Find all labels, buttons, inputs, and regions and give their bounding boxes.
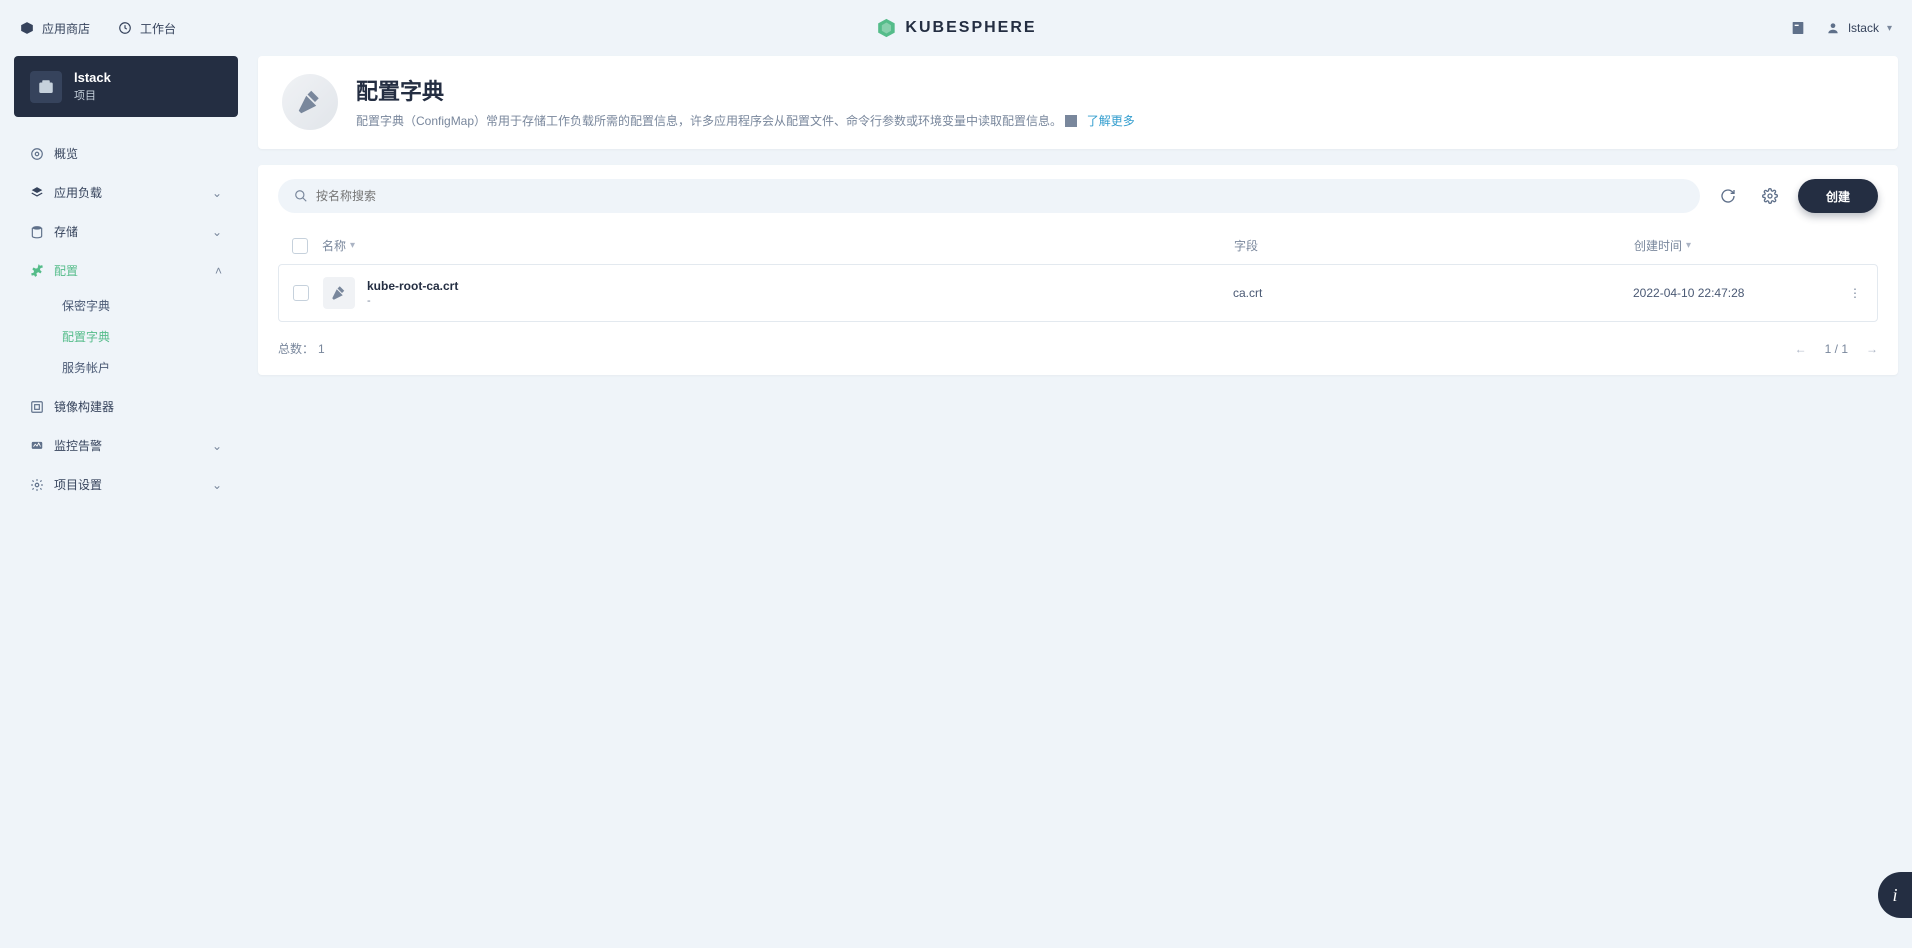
- nav-sub-secrets[interactable]: 保密字典: [54, 291, 234, 320]
- col-name-label: 名称: [322, 237, 346, 254]
- chevron-down-icon: ▾: [1887, 23, 1892, 34]
- nav-image-builder-label: 镜像构建器: [54, 398, 114, 415]
- table-footer: 总数： 1 ← 1 / 1 →: [278, 340, 1878, 357]
- docs-icon[interactable]: [1790, 20, 1806, 36]
- user-name: lstack: [1848, 21, 1879, 35]
- pager: ← 1 / 1 →: [1795, 342, 1878, 356]
- col-created-label: 创建时间: [1634, 237, 1682, 254]
- nav-overview[interactable]: 概览: [18, 135, 234, 172]
- row-sub: -: [367, 295, 458, 307]
- brand-logo[interactable]: KUBESPHERE: [875, 17, 1036, 39]
- page-title: 配置字典: [356, 74, 1135, 106]
- nav-workloads-label: 应用负载: [54, 184, 102, 201]
- total-label: 总数：: [278, 340, 314, 357]
- settings-icon: [30, 478, 44, 492]
- page-prev-button[interactable]: ←: [1795, 342, 1807, 356]
- row-more-button[interactable]: ⋮: [1833, 286, 1877, 300]
- project-type: 项目: [74, 87, 111, 103]
- col-created[interactable]: 创建时间 ▾: [1634, 237, 1834, 254]
- workbench-label: 工作台: [140, 20, 176, 37]
- nav-config[interactable]: 配置 ˄: [18, 252, 234, 289]
- col-field-label: 字段: [1234, 237, 1258, 254]
- search-icon: [294, 189, 308, 203]
- nav-sub-configmaps[interactable]: 配置字典: [54, 322, 234, 351]
- page-next-button[interactable]: →: [1866, 342, 1878, 356]
- nav-overview-label: 概览: [54, 145, 78, 162]
- app-store-icon: [20, 21, 34, 35]
- page-description: 配置字典（ConfigMap）常用于存储工作负载所需的配置信息，许多应用程序会从…: [356, 112, 1135, 131]
- nav-monitor-label: 监控告警: [54, 437, 102, 454]
- chevron-up-icon: ˄: [215, 264, 222, 278]
- col-name[interactable]: 名称 ▾: [322, 237, 1234, 254]
- chevron-down-icon: ⌄: [212, 439, 222, 453]
- header-left: 应用商店 工作台: [20, 20, 176, 37]
- settings-button[interactable]: [1756, 182, 1784, 210]
- storage-icon: [30, 225, 44, 239]
- chevron-down-icon: ⌄: [212, 478, 222, 492]
- config-icon: [30, 264, 44, 278]
- col-field: 字段: [1234, 237, 1634, 254]
- image-builder-icon: [30, 400, 44, 414]
- chevron-down-icon: ⌄: [212, 186, 222, 200]
- list-card: 创建 名称 ▾ 字段 创建时间 ▾: [258, 165, 1898, 375]
- project-icon: [30, 71, 62, 103]
- hammer-icon: [323, 277, 355, 309]
- book-icon: [1065, 115, 1077, 127]
- create-button[interactable]: 创建: [1798, 179, 1878, 213]
- hammer-icon: [282, 74, 338, 130]
- top-header: 应用商店 工作台 KUBESPHERE lstack ▾: [0, 0, 1912, 56]
- nav-app-store[interactable]: 应用商店: [20, 20, 90, 37]
- nav-workbench[interactable]: 工作台: [118, 20, 176, 37]
- select-all-checkbox[interactable]: [292, 238, 308, 254]
- project-card[interactable]: lstack 项目: [14, 56, 238, 117]
- app-store-label: 应用商店: [42, 20, 90, 37]
- brand-text: KUBESPHERE: [905, 19, 1036, 37]
- refresh-button[interactable]: [1714, 182, 1742, 210]
- user-menu[interactable]: lstack ▾: [1826, 21, 1892, 35]
- row-field: ca.crt: [1233, 286, 1633, 300]
- header-right: lstack ▾: [1790, 20, 1892, 36]
- toolbar: 创建: [278, 179, 1878, 213]
- total-value: 1: [318, 342, 325, 356]
- row-checkbox[interactable]: [293, 285, 309, 301]
- table-row[interactable]: kube-root-ca.crt - ca.crt 2022-04-10 22:…: [278, 264, 1878, 322]
- side-nav: 概览 应用负载 ⌄ 存储 ⌄ 配置 ˄ 保密字典 配置字典 服务帐户: [14, 135, 238, 503]
- project-name: lstack: [74, 70, 111, 85]
- nav-project-settings[interactable]: 项目设置 ⌄: [18, 466, 234, 503]
- sidebar: lstack 项目 概览 应用负载 ⌄ 存储 ⌄ 配置 ˄: [14, 56, 238, 934]
- search-input[interactable]: [316, 189, 1684, 203]
- page-info: 1 / 1: [1825, 342, 1848, 356]
- row-name: kube-root-ca.crt: [367, 279, 458, 293]
- nav-storage[interactable]: 存储 ⌄: [18, 213, 234, 250]
- sort-caret-icon: ▾: [1686, 240, 1691, 251]
- nav-project-settings-label: 项目设置: [54, 476, 102, 493]
- main-content: 配置字典 配置字典（ConfigMap）常用于存储工作负载所需的配置信息，许多应…: [258, 56, 1898, 934]
- chevron-down-icon: ⌄: [212, 225, 222, 239]
- user-icon: [1826, 21, 1840, 35]
- overview-icon: [30, 147, 44, 161]
- workbench-icon: [118, 21, 132, 35]
- brand-icon: [875, 17, 897, 39]
- page-desc-text: 配置字典（ConfigMap）常用于存储工作负载所需的配置信息，许多应用程序会从…: [356, 114, 1062, 128]
- nav-image-builder[interactable]: 镜像构建器: [18, 388, 234, 425]
- nav-workloads[interactable]: 应用负载 ⌄: [18, 174, 234, 211]
- table-header: 名称 ▾ 字段 创建时间 ▾: [278, 227, 1878, 264]
- workloads-icon: [30, 186, 44, 200]
- nav-config-subs: 保密字典 配置字典 服务帐户: [18, 291, 234, 382]
- nav-config-label: 配置: [54, 262, 78, 279]
- nav-sub-service-accounts[interactable]: 服务帐户: [54, 353, 234, 382]
- nav-monitor[interactable]: 监控告警 ⌄: [18, 427, 234, 464]
- row-created: 2022-04-10 22:47:28: [1633, 286, 1833, 300]
- sort-caret-icon: ▾: [350, 240, 355, 251]
- search-box[interactable]: [278, 179, 1700, 213]
- page-header: 配置字典 配置字典（ConfigMap）常用于存储工作负载所需的配置信息，许多应…: [258, 56, 1898, 149]
- help-icon: i: [1892, 885, 1897, 906]
- nav-storage-label: 存储: [54, 223, 78, 240]
- monitor-icon: [30, 439, 44, 453]
- learn-more-link[interactable]: 了解更多: [1087, 114, 1135, 128]
